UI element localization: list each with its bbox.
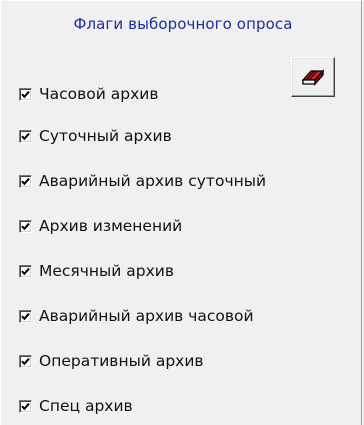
hourly-emergency-archive-checkbox[interactable] (19, 309, 32, 323)
checkmark-icon (21, 402, 30, 410)
checkmark-icon (21, 267, 30, 275)
flag-operational-archive[interactable]: Оперативный архив (19, 351, 204, 371)
monthly-archive-label: Месячный архив (39, 262, 175, 280)
checkmark-icon (21, 177, 30, 185)
flag-hourly-emergency-archive[interactable]: Аварийный архив часовой (19, 306, 254, 326)
flag-monthly-archive[interactable]: Месячный архив (19, 261, 174, 281)
monthly-archive-checkbox[interactable] (19, 264, 32, 278)
hourly-emergency-archive-label: Аварийный архив часовой (39, 307, 254, 325)
clear-flags-button[interactable] (291, 57, 335, 97)
changes-archive-checkbox[interactable] (19, 219, 32, 233)
checkmark-icon (21, 357, 30, 365)
operational-archive-label: Оперативный архив (39, 352, 204, 370)
checkmark-icon (21, 132, 30, 140)
checkmark-icon (21, 312, 30, 320)
daily-archive-label: Суточный архив (39, 127, 172, 145)
special-archive-label: Спец архив (39, 397, 133, 415)
flag-changes-archive[interactable]: Архив изменений (19, 216, 182, 236)
sample-poll-flags-panel: Флаги выборочного опроса Часовой архив С… (0, 0, 362, 425)
flag-daily-emergency-archive[interactable]: Аварийный архив суточный (19, 171, 266, 191)
daily-archive-checkbox[interactable] (19, 129, 32, 143)
checkmark-icon (21, 90, 30, 98)
hourly-archive-checkbox[interactable] (19, 87, 32, 101)
daily-emergency-archive-checkbox[interactable] (19, 174, 32, 188)
flag-special-archive[interactable]: Спец архив (19, 396, 133, 416)
eraser-icon (300, 65, 326, 90)
panel-title: Флаги выборочного опроса (73, 15, 293, 33)
special-archive-checkbox[interactable] (19, 399, 32, 413)
hourly-archive-label: Часовой архив (39, 85, 159, 103)
flag-hourly-archive[interactable]: Часовой архив (19, 84, 158, 104)
operational-archive-checkbox[interactable] (19, 354, 32, 368)
changes-archive-label: Архив изменений (39, 217, 183, 235)
checkmark-icon (21, 222, 30, 230)
daily-emergency-archive-label: Аварийный архив суточный (39, 172, 267, 190)
flag-daily-archive[interactable]: Суточный архив (19, 126, 172, 146)
